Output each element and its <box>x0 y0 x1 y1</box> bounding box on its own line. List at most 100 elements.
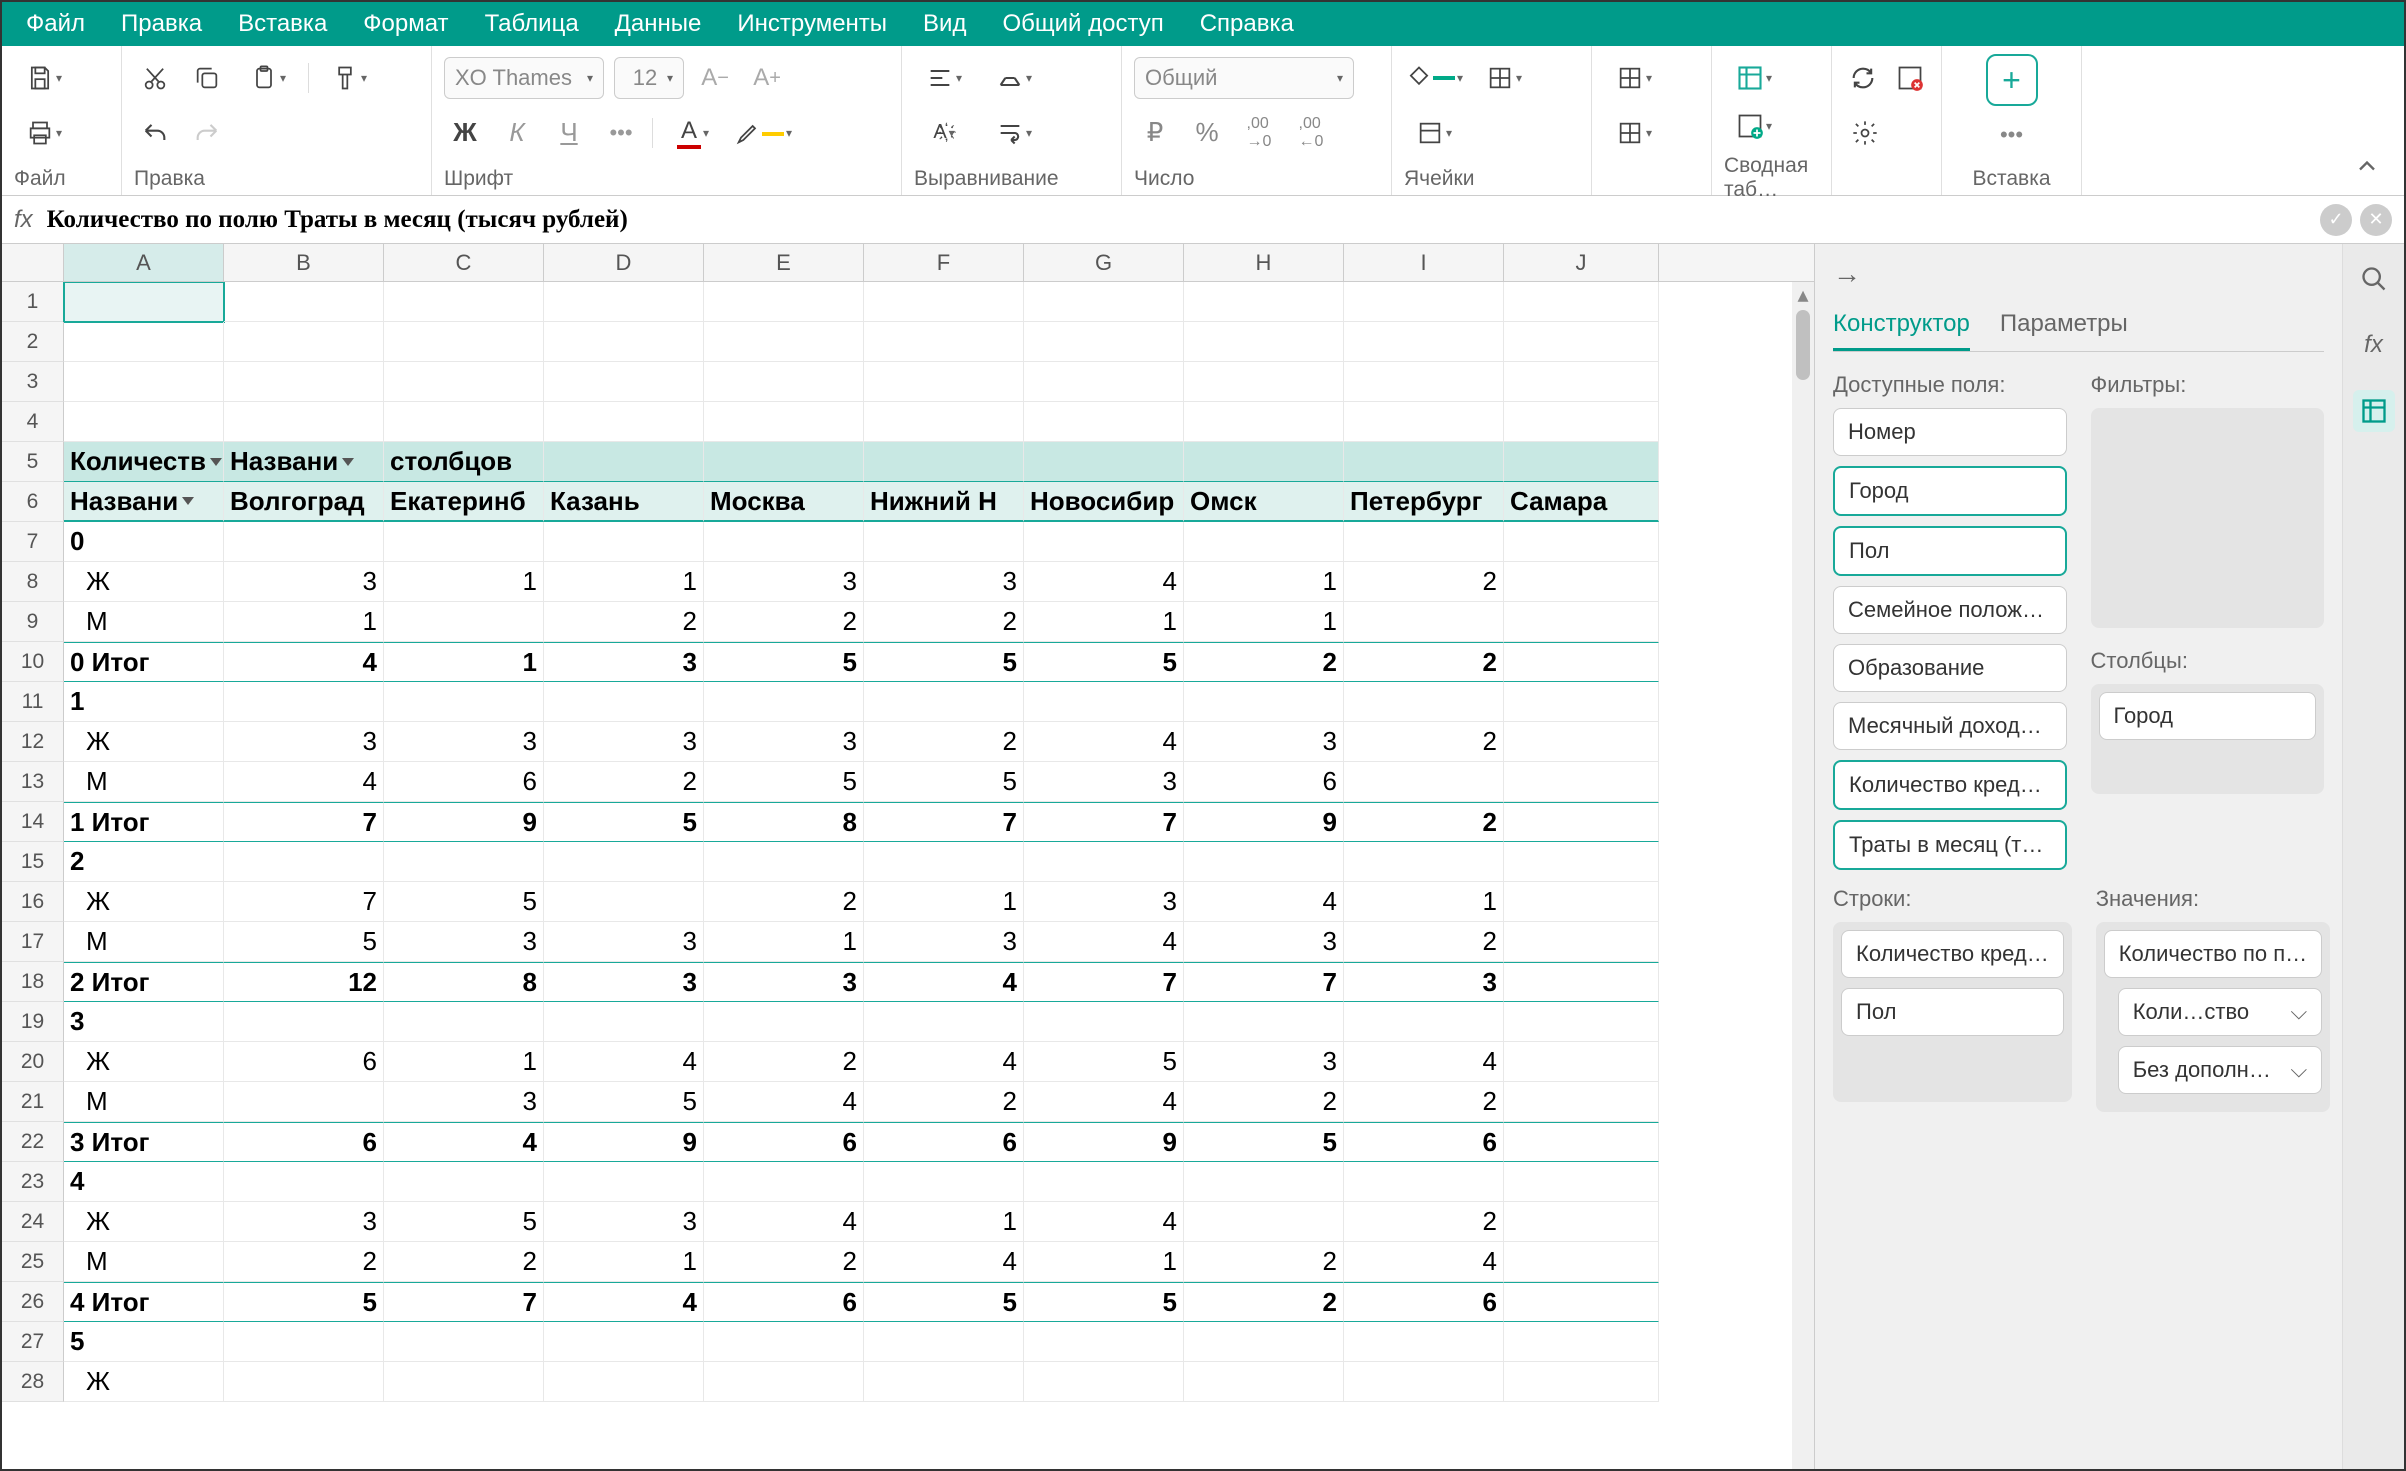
insert-big-button[interactable]: + <box>1986 54 2038 106</box>
cell-A10[interactable]: 0 Итог <box>64 642 224 682</box>
cell-E21[interactable]: 4 <box>704 1082 864 1122</box>
cell-I28[interactable] <box>1344 1362 1504 1402</box>
cell-C23[interactable] <box>384 1162 544 1202</box>
col-head-C[interactable]: C <box>384 244 544 281</box>
cell-G26[interactable]: 5 <box>1024 1282 1184 1322</box>
cell-I14[interactable]: 2 <box>1344 802 1504 842</box>
font-size-select[interactable]: 12▾ <box>614 57 684 99</box>
cell-I25[interactable]: 4 <box>1344 1242 1504 1282</box>
menu-правка[interactable]: Правка <box>107 4 216 44</box>
cell-E3[interactable] <box>704 362 864 402</box>
cell-J4[interactable] <box>1504 402 1659 442</box>
cell-H13[interactable]: 6 <box>1184 762 1344 802</box>
cell-D20[interactable]: 4 <box>544 1042 704 1082</box>
col-head-G[interactable]: G <box>1024 244 1184 281</box>
cell-D26[interactable]: 4 <box>544 1282 704 1322</box>
underline-button[interactable]: Ч <box>548 112 590 154</box>
cell-F19[interactable] <box>864 1002 1024 1042</box>
row-head-13[interactable]: 13 <box>2 762 64 802</box>
cell-C18[interactable]: 8 <box>384 962 544 1002</box>
row-head-25[interactable]: 25 <box>2 1242 64 1282</box>
cell-E6[interactable]: Москва <box>704 482 864 522</box>
cell-E13[interactable]: 5 <box>704 762 864 802</box>
field-Семейное полож…[interactable]: Семейное полож… <box>1833 586 2067 634</box>
row-head-11[interactable]: 11 <box>2 682 64 722</box>
cell-F2[interactable] <box>864 322 1024 362</box>
cell-B22[interactable]: 6 <box>224 1122 384 1162</box>
cell-A20[interactable]: Ж <box>64 1042 224 1082</box>
cell-C19[interactable] <box>384 1002 544 1042</box>
cell-J16[interactable] <box>1504 882 1659 922</box>
cell-G11[interactable] <box>1024 682 1184 722</box>
cell-G1[interactable] <box>1024 282 1184 322</box>
cell-E15[interactable] <box>704 842 864 882</box>
more-insert-button[interactable]: ••• <box>1991 114 2033 156</box>
row-head-22[interactable]: 22 <box>2 1122 64 1162</box>
row-field-Количество кред…[interactable]: Количество кред… <box>1841 930 2064 978</box>
cell-B10[interactable]: 4 <box>224 642 384 682</box>
cell-A16[interactable]: Ж <box>64 882 224 922</box>
cell-F16[interactable]: 1 <box>864 882 1024 922</box>
col-head-F[interactable]: F <box>864 244 1024 281</box>
cell-I4[interactable] <box>1344 402 1504 442</box>
cell-G7[interactable] <box>1024 522 1184 562</box>
row-head-23[interactable]: 23 <box>2 1162 64 1202</box>
cell-F9[interactable]: 2 <box>864 602 1024 642</box>
row-head-3[interactable]: 3 <box>2 362 64 402</box>
row-head-26[interactable]: 26 <box>2 1282 64 1322</box>
cell-E22[interactable]: 6 <box>704 1122 864 1162</box>
cell-A8[interactable]: Ж <box>64 562 224 602</box>
decrease-decimal-button[interactable]: ,00←0 <box>1290 112 1332 154</box>
cell-D2[interactable] <box>544 322 704 362</box>
cell-J22[interactable] <box>1504 1122 1659 1162</box>
cell-J17[interactable] <box>1504 922 1659 962</box>
delete-cells-button[interactable]: ▾ <box>1604 112 1664 154</box>
cell-F18[interactable]: 4 <box>864 962 1024 1002</box>
cell-A9[interactable]: М <box>64 602 224 642</box>
cell-I11[interactable] <box>1344 682 1504 722</box>
cell-J13[interactable] <box>1504 762 1659 802</box>
cell-D28[interactable] <box>544 1362 704 1402</box>
cell-G4[interactable] <box>1024 402 1184 442</box>
cell-D22[interactable]: 9 <box>544 1122 704 1162</box>
cell-D14[interactable]: 5 <box>544 802 704 842</box>
cell-H28[interactable] <box>1184 1362 1344 1402</box>
cell-E28[interactable] <box>704 1362 864 1402</box>
columns-dropzone[interactable]: Город <box>2091 684 2325 794</box>
cell-G10[interactable]: 5 <box>1024 642 1184 682</box>
cell-B19[interactable] <box>224 1002 384 1042</box>
cell-J23[interactable] <box>1504 1162 1659 1202</box>
cell-H12[interactable]: 3 <box>1184 722 1344 762</box>
cell-D8[interactable]: 1 <box>544 562 704 602</box>
col-head-I[interactable]: I <box>1344 244 1504 281</box>
cell-A27[interactable]: 5 <box>64 1322 224 1362</box>
menu-общий доступ[interactable]: Общий доступ <box>988 4 1177 44</box>
cell-B21[interactable] <box>224 1082 384 1122</box>
cell-J11[interactable] <box>1504 682 1659 722</box>
cell-J9[interactable] <box>1504 602 1659 642</box>
increase-decimal-button[interactable]: ,00→0 <box>1238 112 1280 154</box>
formula-input[interactable]: Количество по полю Траты в месяц (тысяч … <box>47 206 2306 234</box>
rows-dropzone[interactable]: Количество кред…Пол <box>1833 922 2072 1102</box>
cell-F10[interactable]: 5 <box>864 642 1024 682</box>
print-button[interactable]: ▾ <box>14 112 74 154</box>
menu-вставка[interactable]: Вставка <box>224 4 341 44</box>
collapse-ribbon-button[interactable] <box>2346 145 2388 187</box>
cell-I19[interactable] <box>1344 1002 1504 1042</box>
row-head-28[interactable]: 28 <box>2 1362 64 1402</box>
cell-B25[interactable]: 2 <box>224 1242 384 1282</box>
cell-J25[interactable] <box>1504 1242 1659 1282</box>
pivot-settings-button[interactable] <box>1844 112 1886 154</box>
cell-D11[interactable] <box>544 682 704 722</box>
cell-J5[interactable] <box>1504 442 1659 482</box>
cell-F27[interactable] <box>864 1322 1024 1362</box>
row-head-9[interactable]: 9 <box>2 602 64 642</box>
values-dropzone[interactable]: Количество по п…Коли…ствоБез дополн… <box>2096 922 2330 1112</box>
cell-G2[interactable] <box>1024 322 1184 362</box>
cell-H1[interactable] <box>1184 282 1344 322</box>
cut-button[interactable] <box>134 57 176 99</box>
cell-D18[interactable]: 3 <box>544 962 704 1002</box>
cell-H6[interactable]: Омск <box>1184 482 1344 522</box>
cell-I15[interactable] <box>1344 842 1504 882</box>
cell-A13[interactable]: М <box>64 762 224 802</box>
